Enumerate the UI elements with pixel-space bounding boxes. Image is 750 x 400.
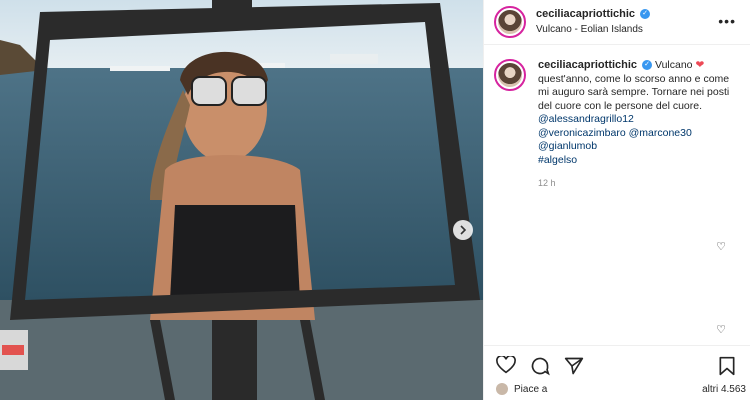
username-link[interactable]: ceciliacapriottichic [536,8,635,20]
likes-left-text: Piace a [514,383,548,395]
post-photo[interactable] [0,0,483,400]
likes-summary[interactable]: Piace a altri 4.563 [496,383,746,395]
comment-bubble-icon [531,357,550,376]
comments-area: ceciliacapriottichic ✓ Vulcano ❤ quest'an… [484,45,750,345]
comment-button[interactable] [530,356,550,376]
instagram-post: ceciliacapriottichic ✓ Vulcano - Eolian … [0,0,750,400]
chevron-right-icon [460,225,467,235]
post-header: ceciliacapriottichic ✓ Vulcano - Eolian … [484,0,750,45]
comment-like-icon[interactable]: ♡ [716,240,726,253]
avatar[interactable] [494,6,526,38]
verified-icon: ✓ [640,9,651,20]
liker-avatar [496,383,508,395]
verified-icon: ✓ [642,60,653,71]
save-button[interactable] [718,356,736,376]
more-options-icon[interactable]: ••• [718,13,736,29]
caption-avatar[interactable] [494,59,526,91]
likes-count-text[interactable]: altri 4.563 [702,384,746,395]
hashtag-link[interactable]: #algelso [538,154,733,168]
red-heart-emoji: ❤ [695,59,705,71]
caption-text: quest'anno, come lo scorso anno e come m… [538,72,730,112]
mention-link[interactable]: @veronicazimbaro @marcone30 [538,127,733,141]
photo-illustration [0,0,483,400]
post-sidebar: ceciliacapriottichic ✓ Vulcano - Eolian … [483,0,750,400]
caption: ceciliacapriottichic ✓ Vulcano ❤ quest'an… [494,59,741,191]
mention-link[interactable]: @gianlumob [538,140,733,154]
share-button[interactable] [564,356,584,376]
mention-link[interactable]: @alessandragrillo12 [538,113,733,127]
location-link[interactable]: Vulcano - Eolian Islands [536,22,650,37]
heart-outline-icon [496,356,516,374]
comment-like-icon[interactable]: ♡ [716,323,726,336]
bookmark-icon [719,356,735,376]
like-button[interactable] [496,356,516,376]
caption-first-word: Vulcano [654,59,693,71]
post-actions: Piace a altri 4.563 [484,345,750,400]
caption-timestamp: 12 h [538,178,556,188]
caption-username[interactable]: ceciliacapriottichic [538,59,637,71]
paper-plane-icon [564,357,584,375]
next-photo-button[interactable] [453,220,473,240]
